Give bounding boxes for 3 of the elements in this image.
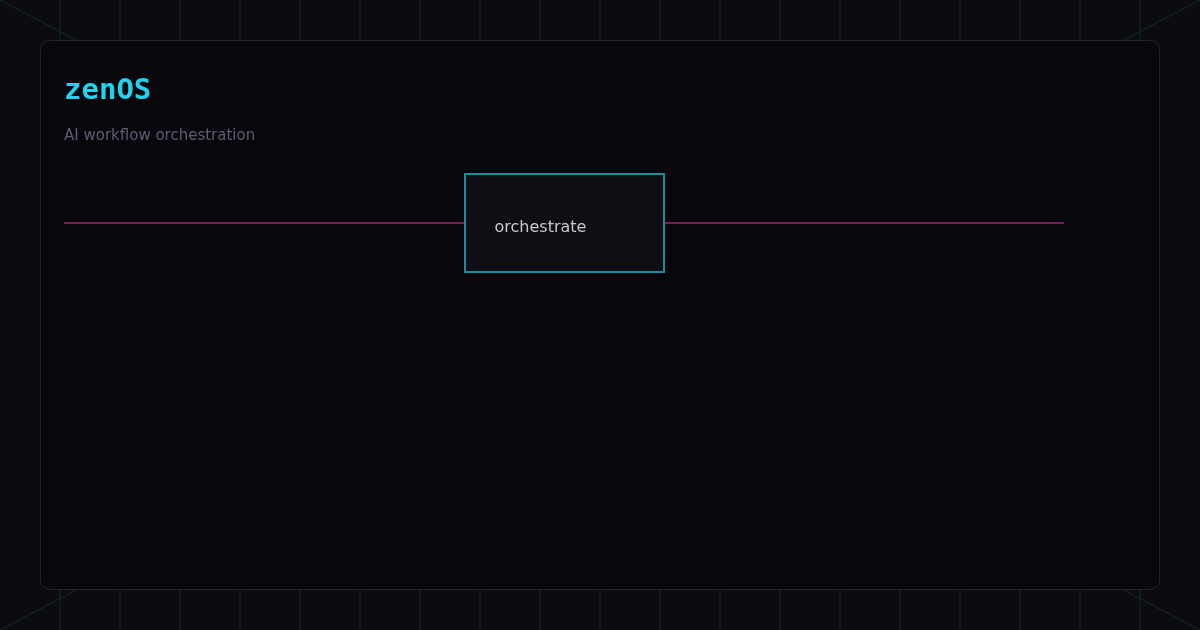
workflow-node: orchestrate — [463, 173, 665, 273]
app-subtitle: AI workflow orchestration — [64, 125, 256, 145]
app-title: zenOS — [64, 71, 152, 107]
